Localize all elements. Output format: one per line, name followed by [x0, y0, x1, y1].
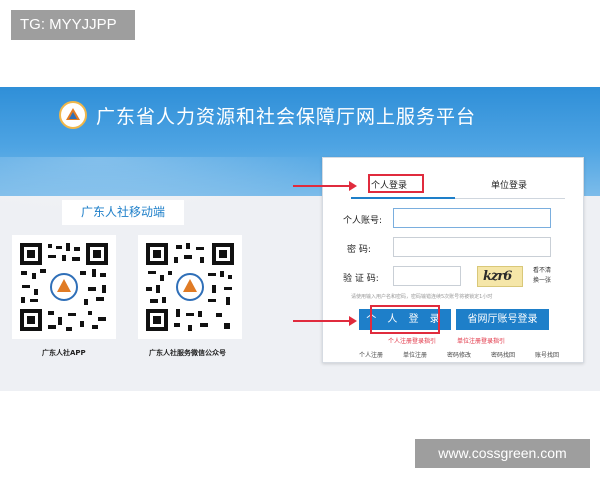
arrow-to-login-button-icon: [293, 316, 357, 326]
captcha-input[interactable]: [393, 266, 461, 286]
account-input[interactable]: [393, 208, 551, 228]
link-personal-register[interactable]: 个人注册: [359, 350, 383, 359]
personal-guide-link[interactable]: 个人注册登录指引: [388, 336, 436, 345]
captcha-refresh-link[interactable]: 看不清 换一张: [533, 266, 559, 286]
captcha-image[interactable]: kzr6: [477, 266, 523, 287]
qr-code-app: [12, 235, 116, 339]
tg-label: TG: MYYJJPP: [11, 10, 135, 40]
hrss-emblem-icon: [59, 101, 87, 129]
unit-guide-link[interactable]: 单位注册登录指引: [457, 336, 505, 345]
tab-unit-login[interactable]: 单位登录: [491, 178, 527, 191]
qr-caption-wechat: 广东人社服务微信公众号: [149, 349, 226, 357]
login-panel: 个人登录 单位登录 个人账号: 密 码: 验 证 码: kzr6 看不清 换一张…: [322, 157, 584, 363]
highlight-box-login-button: [370, 305, 440, 334]
password-label: 密 码:: [347, 245, 371, 255]
link-unit-register[interactable]: 单位注册: [403, 350, 427, 359]
site-title: 广东省人力资源和社会保障厅网上服务平台: [96, 106, 477, 128]
link-recover-account[interactable]: 账号找回: [535, 350, 559, 359]
highlight-box-tab: [368, 174, 424, 193]
qr-caption-app: 广东人社APP: [42, 349, 86, 357]
mobile-heading: 广东人社移动端: [62, 200, 184, 225]
login-hint: 请使用输入用户名和密码，密码输错连续5次账号将被锁定1小时: [351, 294, 493, 300]
active-tab-indicator: [351, 197, 455, 199]
qr-code-wechat: [138, 235, 242, 339]
captcha-text: kzr6: [483, 269, 512, 284]
captcha-label: 验 证 码:: [343, 274, 379, 284]
footer-links: 个人注册 单位注册 密码修改 密码找回 账号找回: [359, 350, 559, 359]
password-input[interactable]: [393, 237, 551, 257]
link-recover-password[interactable]: 密码找回: [491, 350, 515, 359]
account-label: 个人账号:: [343, 216, 383, 226]
refresh-line-1: 看不清: [533, 267, 552, 274]
arrow-to-tab-icon: [293, 181, 357, 191]
watermark-label: www.cossgreen.com: [415, 439, 590, 468]
gov-account-login-button[interactable]: 省网厅账号登录: [456, 309, 549, 330]
portal-screenshot: 广东省人力资源和社会保障厅网上服务平台 广东人社移动端 广东人社APP 广东人社…: [0, 87, 600, 391]
link-change-password[interactable]: 密码修改: [447, 350, 471, 359]
refresh-line-2: 换一张: [533, 277, 552, 284]
